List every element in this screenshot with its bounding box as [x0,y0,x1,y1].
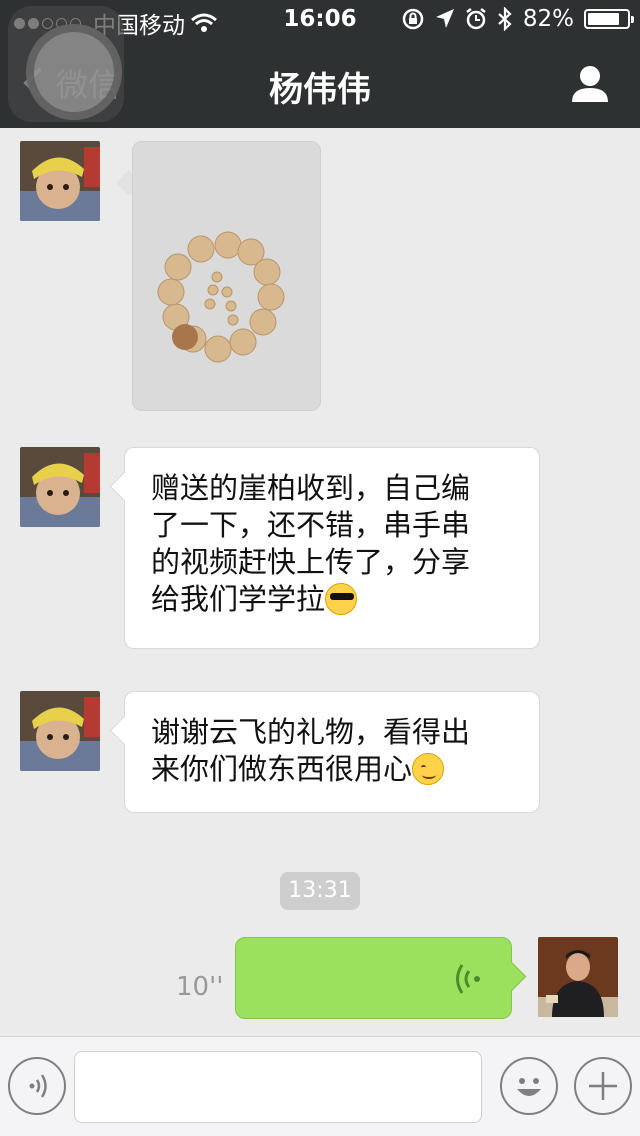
plus-button[interactable] [574,1057,632,1115]
alarm-icon [466,8,486,30]
plus-icon [589,1072,617,1100]
message-line: 给我们学学拉 [151,582,326,616]
message-line: 赠送的崖柏收到，自己编 [151,471,471,505]
message-line: 来你们做东西很用心 [151,752,413,786]
bluetooth-icon [498,7,512,31]
contact-avatar[interactable] [20,141,100,221]
emoji-button[interactable] [500,1057,558,1115]
sunglasses-emoji [325,583,358,615]
contact-avatar[interactable] [20,447,100,527]
person-icon[interactable] [570,64,610,104]
voice-toggle-button[interactable] [8,1057,66,1115]
lock-rotation-icon [402,8,424,30]
image-message[interactable] [132,141,321,411]
emoji-icon [517,1078,541,1096]
my-avatar[interactable] [538,937,618,1017]
status-right: 82% [401,6,634,32]
battery-icon [584,9,634,29]
text-message[interactable]: 谢谢云飞的礼物，看得出 来你们做东西很用心 [124,691,540,813]
voice-message[interactable] [235,937,512,1019]
assistive-touch-button[interactable] [8,6,124,122]
voice-duration: 10'' [176,972,224,1002]
voice-toggle-icon [29,1074,47,1098]
message-line: 谢谢云飞的礼物，看得出 [151,715,471,749]
battery-label: 82% [522,6,574,32]
top-bar: 中国移动 16:06 82% 杨伟伟 [0,0,640,128]
location-icon [435,9,454,28]
input-bar [0,1036,640,1136]
smiling-emoji [412,753,445,785]
voice-wave-icon [456,964,480,994]
text-message[interactable]: 赠送的崖柏收到，自己编 了一下，还不错，串手串 的视频赶快上传了，分享 给我们学… [124,447,540,649]
message-line: 的视频赶快上传了，分享 [151,545,471,579]
contact-avatar[interactable] [20,691,100,771]
timestamp: 13:31 [280,872,360,910]
message-line: 了一下，还不错，串手串 [151,508,471,542]
message-input[interactable] [74,1051,482,1123]
